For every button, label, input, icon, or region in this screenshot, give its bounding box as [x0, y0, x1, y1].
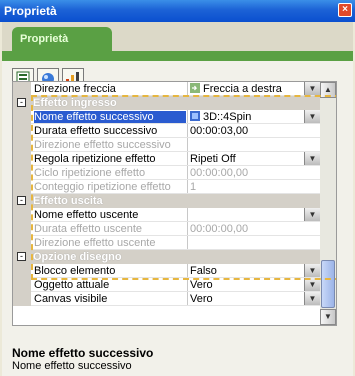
property-name: Direzione freccia — [34, 83, 116, 95]
scroll-thumb[interactable] — [321, 260, 335, 308]
property-row[interactable]: Blocco elemento Falso ▼ — [13, 264, 320, 278]
property-name: Durata effetto uscente — [34, 223, 143, 235]
category-name: Opzione disegno — [33, 251, 122, 263]
property-name: Oggetto attuale — [34, 279, 110, 291]
property-row[interactable]: Nome effetto uscente ▼ — [13, 208, 320, 222]
property-row[interactable]: Nome effetto successivo 3D::4Spin ▼ — [13, 110, 320, 124]
dropdown-button[interactable]: ▼ — [304, 278, 320, 292]
arrow-image-icon — [190, 83, 200, 93]
tab-properties[interactable]: Proprietà — [12, 27, 112, 52]
dropdown-button[interactable]: ▼ — [304, 82, 320, 96]
dropdown-button[interactable]: ▼ — [304, 110, 320, 124]
property-grid: Direzione freccia Freccia a destra ▼ - E… — [12, 81, 337, 326]
property-value[interactable]: 3D::4Spin — [190, 111, 304, 123]
property-value[interactable]: Falso — [190, 265, 304, 277]
window-title: Proprietà — [4, 4, 57, 18]
tab-strip — [2, 51, 353, 61]
dropdown-button[interactable]: ▼ — [304, 208, 320, 222]
collapse-toggle[interactable]: - — [17, 196, 26, 205]
close-button[interactable]: × — [338, 3, 352, 17]
property-row[interactable]: Regola ripetizione effetto Ripeti Off ▼ — [13, 152, 320, 166]
title-bar: Proprietà × — [0, 0, 355, 22]
category-row[interactable]: - Effetto ingresso — [13, 96, 320, 110]
property-name: Direzione effetto successivo — [34, 139, 171, 151]
property-row: Direzione effetto successivo — [13, 138, 320, 152]
category-row[interactable]: - Effetto uscita — [13, 194, 320, 208]
description-area: Nome effetto successivo Nome effetto suc… — [12, 346, 347, 372]
dropdown-button[interactable]: ▼ — [304, 292, 320, 306]
category-name: Effetto uscita — [33, 195, 103, 207]
property-row[interactable]: Oggetto attuale Vero ▼ — [13, 278, 320, 292]
property-name: Nome effetto uscente — [34, 209, 139, 221]
property-name: Direzione effetto uscente — [34, 237, 156, 249]
property-value: 00:00:00,00 — [190, 223, 249, 235]
property-value: 00:00:00,00 — [190, 167, 249, 179]
description-title: Nome effetto successivo — [12, 346, 154, 360]
property-row: Direzione effetto uscente — [13, 236, 320, 250]
property-name: Conteggio ripetizione effetto — [34, 181, 171, 193]
property-row[interactable]: Canvas visibile Vero ▼ — [13, 292, 320, 306]
property-row[interactable]: Direzione freccia Freccia a destra ▼ — [13, 82, 320, 96]
property-name: Ciclo ripetizione effetto — [34, 167, 146, 179]
property-value[interactable]: 00:00:03,00 — [190, 125, 304, 137]
tab-label: Proprietà — [20, 33, 69, 45]
property-value[interactable]: Freccia a destra — [190, 83, 304, 95]
property-row: Durata effetto uscente 00:00:00,00 — [13, 222, 320, 236]
property-row: Ciclo ripetizione effetto 00:00:00,00 — [13, 166, 320, 180]
properties-panel: Proprietà Direzione freccia Freccia a de… — [2, 22, 353, 376]
property-name: Canvas visibile — [34, 293, 108, 305]
collapse-toggle[interactable]: - — [17, 98, 26, 107]
property-name: Blocco elemento — [34, 265, 116, 277]
property-value[interactable]: Vero — [190, 279, 304, 291]
vertical-scrollbar[interactable]: ▲ ▼ — [320, 82, 336, 325]
scroll-down-button[interactable]: ▼ — [320, 309, 336, 325]
description-text: Nome effetto successivo — [12, 360, 132, 372]
dropdown-button[interactable]: ▼ — [304, 264, 320, 278]
property-value[interactable]: Vero — [190, 293, 304, 305]
collapse-toggle[interactable]: - — [17, 252, 26, 261]
property-name: Regola ripetizione effetto — [34, 153, 156, 165]
dropdown-button[interactable]: ▼ — [304, 152, 320, 166]
property-row[interactable]: Durata effetto successivo 00:00:03,00 — [13, 124, 320, 138]
category-row[interactable]: - Opzione disegno — [13, 250, 320, 264]
property-name: Durata effetto successivo — [34, 125, 158, 137]
property-value: 1 — [190, 181, 197, 193]
effect-icon — [190, 111, 200, 121]
scroll-up-button[interactable]: ▲ — [320, 82, 336, 98]
property-value[interactable]: Ripeti Off — [190, 153, 304, 165]
tab-bar: Proprietà — [2, 22, 353, 52]
property-name: Nome effetto successivo — [34, 111, 186, 123]
category-name: Effetto ingresso — [33, 97, 117, 109]
property-row: Conteggio ripetizione effetto 1 — [13, 180, 320, 194]
